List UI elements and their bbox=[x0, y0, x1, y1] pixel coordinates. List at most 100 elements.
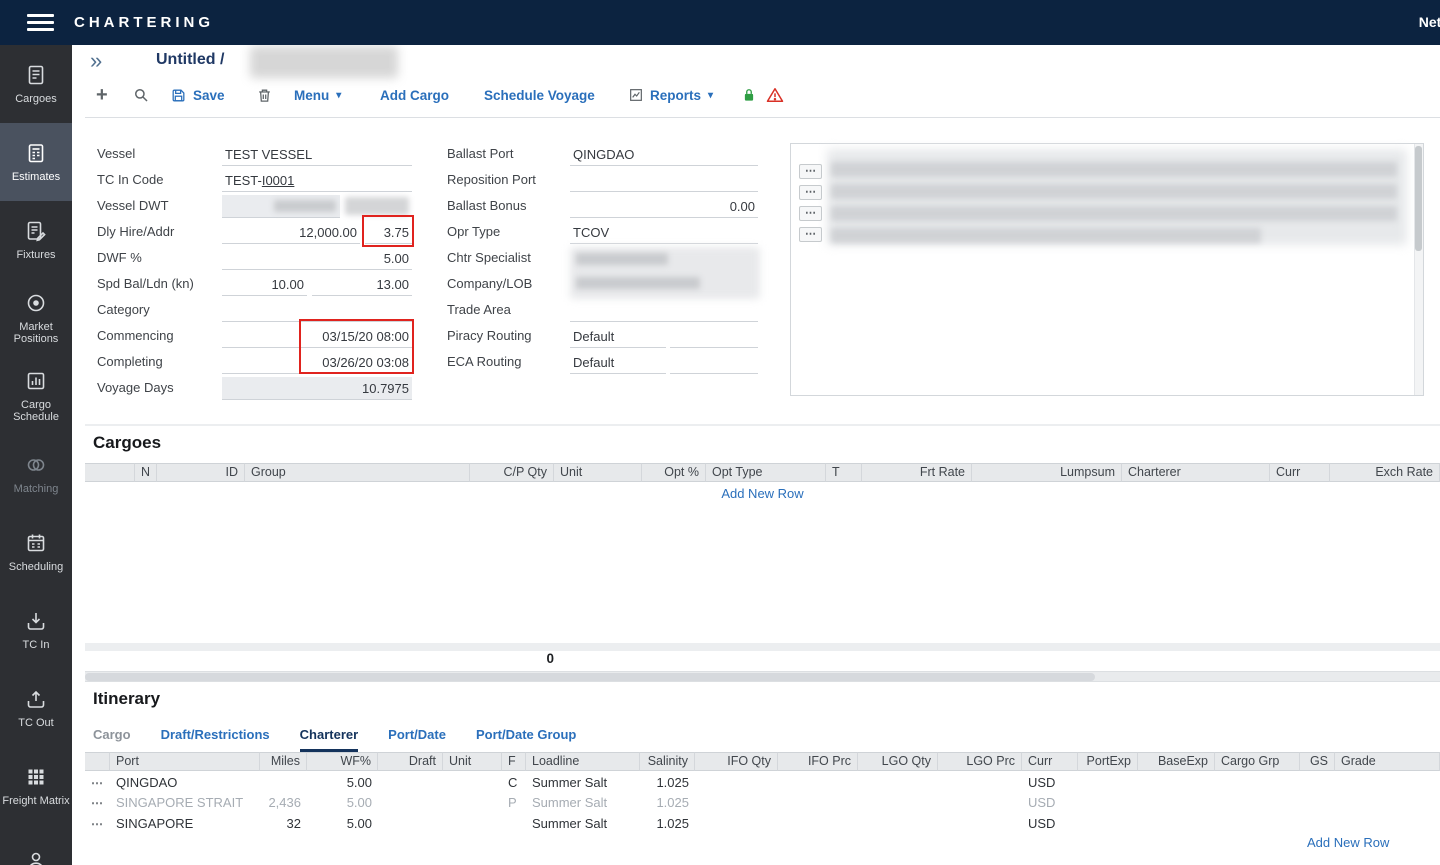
row-options-button[interactable]: ⋯ bbox=[799, 164, 822, 179]
spd-ballast-field[interactable]: 10.00 bbox=[222, 273, 307, 296]
lock-button[interactable] bbox=[740, 82, 758, 108]
portexp-cell[interactable] bbox=[1078, 814, 1138, 834]
grade-cell[interactable] bbox=[1335, 773, 1440, 793]
tab-charterer[interactable]: Charterer bbox=[300, 727, 359, 752]
vessel-dwt-field[interactable] bbox=[222, 195, 340, 218]
grade-cell[interactable] bbox=[1335, 793, 1440, 813]
panel-scrollbar-thumb[interactable] bbox=[1415, 146, 1422, 251]
ballast-port-field[interactable]: QINGDAO bbox=[570, 143, 758, 166]
port-cell[interactable]: SINGAPORE bbox=[110, 814, 260, 834]
commencing-field[interactable]: 03/15/20 08:00 bbox=[222, 325, 412, 348]
baseexp-cell[interactable] bbox=[1138, 773, 1215, 793]
sidebar-item-estimates[interactable]: Estimates bbox=[0, 123, 72, 201]
dly-hire-field[interactable]: 12,000.00 bbox=[222, 221, 360, 244]
validation-warning-button[interactable] bbox=[765, 82, 785, 108]
lgo-qty-cell[interactable] bbox=[858, 793, 938, 813]
schedule-voyage-button[interactable]: Schedule Voyage bbox=[484, 82, 595, 108]
wf-cell[interactable]: 5.00 bbox=[307, 773, 378, 793]
ifo-qty-cell[interactable] bbox=[695, 814, 778, 834]
loadline-cell[interactable]: Summer Salt bbox=[526, 793, 640, 813]
sidebar-item-scheduling[interactable]: Scheduling bbox=[0, 513, 72, 591]
wf-cell[interactable]: 5.00 bbox=[307, 814, 378, 834]
cargoes-scrollbar[interactable] bbox=[85, 643, 1440, 651]
sidebar-item-partial[interactable] bbox=[0, 825, 72, 865]
piracy-routing-extra-field[interactable] bbox=[670, 325, 758, 348]
row-options-button[interactable]: ⋯ bbox=[85, 773, 110, 793]
add-cargo-button[interactable]: Add Cargo bbox=[380, 82, 449, 108]
unit-cell[interactable] bbox=[443, 773, 502, 793]
hamburger-menu-icon[interactable] bbox=[27, 14, 54, 31]
curr-cell[interactable]: USD bbox=[1022, 814, 1078, 834]
cargo-grp-cell[interactable] bbox=[1215, 814, 1300, 834]
row-options-button[interactable]: ⋯ bbox=[85, 793, 110, 813]
vessel-field[interactable]: TEST VESSEL bbox=[222, 143, 412, 166]
portexp-cell[interactable] bbox=[1078, 793, 1138, 813]
tc-in-code-link[interactable]: I0001 bbox=[262, 173, 295, 188]
miles-cell[interactable]: 32 bbox=[260, 814, 307, 834]
function-cell[interactable]: C bbox=[502, 773, 526, 793]
sidebar-item-market-positions[interactable]: Market Positions bbox=[0, 279, 72, 357]
function-cell[interactable] bbox=[502, 814, 526, 834]
loadline-cell[interactable]: Summer Salt bbox=[526, 814, 640, 834]
itinerary-add-new-row-link[interactable]: Add New Row bbox=[1307, 835, 1389, 850]
completing-field[interactable]: 03/26/20 03:08 bbox=[222, 351, 412, 374]
opr-type-field[interactable]: TCOV bbox=[570, 221, 758, 244]
ifo-prc-cell[interactable] bbox=[778, 814, 858, 834]
baseexp-cell[interactable] bbox=[1138, 814, 1215, 834]
cargo-grp-cell[interactable] bbox=[1215, 793, 1300, 813]
piracy-routing-field[interactable]: Default bbox=[570, 325, 666, 348]
row-options-button[interactable]: ⋯ bbox=[799, 206, 822, 221]
horizontal-scrollbar[interactable] bbox=[85, 671, 1440, 682]
reports-button[interactable]: Reports ▾ bbox=[628, 82, 713, 108]
ballast-bonus-field[interactable]: 0.00 bbox=[570, 195, 758, 218]
curr-cell[interactable]: USD bbox=[1022, 773, 1078, 793]
unit-cell[interactable] bbox=[443, 814, 502, 834]
search-button[interactable] bbox=[132, 82, 150, 108]
menu-button[interactable]: Menu ▾ bbox=[294, 82, 341, 108]
lgo-prc-cell[interactable] bbox=[938, 814, 1022, 834]
spd-laden-field[interactable]: 13.00 bbox=[312, 273, 412, 296]
miles-cell[interactable] bbox=[260, 773, 307, 793]
sidebar-item-cargo-schedule[interactable]: Cargo Schedule bbox=[0, 357, 72, 435]
tab-port-date[interactable]: Port/Date bbox=[388, 727, 446, 752]
lgo-qty-cell[interactable] bbox=[858, 773, 938, 793]
function-cell[interactable]: P bbox=[502, 793, 526, 813]
gs-cell[interactable] bbox=[1300, 793, 1335, 813]
draft-cell[interactable] bbox=[378, 793, 443, 813]
row-options-button[interactable]: ⋯ bbox=[799, 227, 822, 242]
panel-scrollbar[interactable] bbox=[1414, 144, 1423, 395]
cargo-grp-cell[interactable] bbox=[1215, 773, 1300, 793]
trade-area-field[interactable] bbox=[570, 299, 758, 322]
lgo-qty-cell[interactable] bbox=[858, 814, 938, 834]
lgo-prc-cell[interactable] bbox=[938, 773, 1022, 793]
tab-cargo[interactable]: Cargo bbox=[93, 727, 131, 752]
row-options-button[interactable]: ⋯ bbox=[799, 185, 822, 200]
expand-panel-icon[interactable]: » bbox=[90, 48, 102, 74]
dwf-field[interactable]: 5.00 bbox=[222, 247, 412, 270]
horizontal-scrollbar-thumb[interactable] bbox=[85, 673, 1095, 681]
baseexp-cell[interactable] bbox=[1138, 793, 1215, 813]
cargoes-add-new-row-link[interactable]: Add New Row bbox=[85, 486, 1440, 501]
delete-button[interactable] bbox=[256, 82, 273, 108]
gs-cell[interactable] bbox=[1300, 814, 1335, 834]
salinity-cell[interactable]: 1.025 bbox=[640, 773, 695, 793]
row-options-button[interactable]: ⋯ bbox=[85, 814, 110, 834]
draft-cell[interactable] bbox=[378, 773, 443, 793]
network-link[interactable]: Network bbox=[1419, 14, 1440, 30]
addr-comm-field[interactable]: 3.75 bbox=[365, 221, 412, 244]
salinity-cell[interactable]: 1.025 bbox=[640, 814, 695, 834]
wf-cell[interactable]: 5.00 bbox=[307, 793, 378, 813]
ifo-prc-cell[interactable] bbox=[778, 773, 858, 793]
grade-cell[interactable] bbox=[1335, 814, 1440, 834]
save-button[interactable]: Save bbox=[170, 82, 225, 108]
miles-cell[interactable]: 2,436 bbox=[260, 793, 307, 813]
new-button[interactable]: + bbox=[96, 82, 108, 108]
ifo-qty-cell[interactable] bbox=[695, 793, 778, 813]
tab-port-date-group[interactable]: Port/Date Group bbox=[476, 727, 576, 752]
loadline-cell[interactable]: Summer Salt bbox=[526, 773, 640, 793]
category-field[interactable] bbox=[222, 299, 412, 322]
ifo-qty-cell[interactable] bbox=[695, 773, 778, 793]
port-cell[interactable]: SINGAPORE STRAIT bbox=[110, 793, 260, 813]
sidebar-item-matching[interactable]: Matching bbox=[0, 435, 72, 513]
portexp-cell[interactable] bbox=[1078, 773, 1138, 793]
